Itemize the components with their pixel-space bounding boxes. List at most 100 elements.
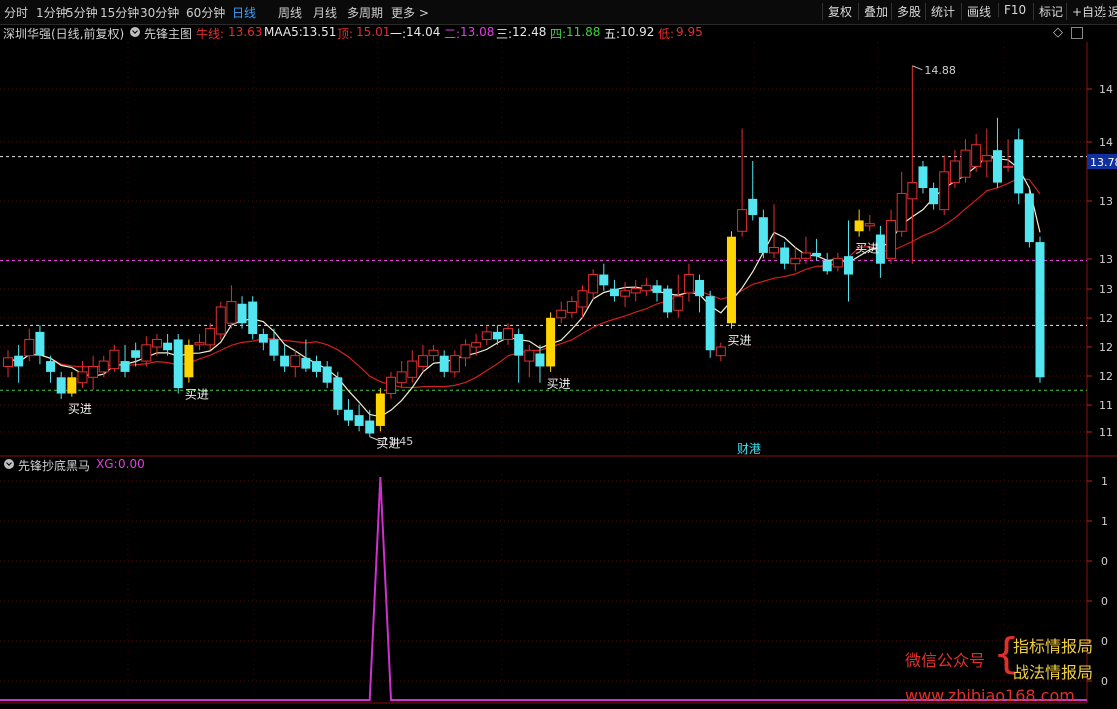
candle-body[interactable] (663, 288, 673, 313)
candle-body[interactable] (449, 355, 460, 373)
candle-body[interactable] (301, 357, 311, 369)
candle-body[interactable] (248, 301, 258, 335)
candle-body[interactable] (822, 260, 832, 272)
candle-body[interactable] (1024, 193, 1034, 243)
candle-body[interactable] (1003, 165, 1014, 168)
candle-body[interactable] (652, 285, 662, 293)
candle-body[interactable] (683, 274, 694, 294)
candle-body[interactable] (981, 155, 992, 162)
candle-body[interactable] (790, 257, 801, 265)
candle-body[interactable] (428, 349, 439, 357)
candle-body[interactable] (907, 182, 918, 200)
candle-body[interactable] (237, 303, 247, 324)
candle-body[interactable] (843, 256, 853, 275)
candle-body[interactable] (312, 361, 322, 372)
candle-body[interactable] (14, 355, 24, 367)
candle-body[interactable] (503, 328, 514, 340)
candle-body[interactable] (151, 338, 162, 348)
candle-body[interactable] (546, 317, 556, 367)
candle-body[interactable] (780, 247, 790, 264)
candle-body[interactable] (407, 360, 418, 378)
kline-chart[interactable]: 14141313131212121111买进买进买进买进买进买进14.8811.… (0, 0, 1117, 709)
candle-body[interactable] (630, 288, 641, 294)
candle-body[interactable] (396, 371, 407, 384)
news-marker[interactable]: 财港 (737, 442, 761, 456)
candle-body[interactable] (620, 290, 631, 297)
candle-body[interactable] (737, 209, 748, 232)
candle-body[interactable] (641, 284, 652, 292)
candle-body[interactable] (77, 371, 88, 384)
candle-body[interactable] (577, 290, 588, 308)
candle-body[interactable] (599, 274, 609, 286)
candle-body[interactable] (322, 366, 332, 383)
candle-body[interactable] (939, 171, 950, 211)
candle-body[interactable] (3, 357, 13, 367)
candle-body[interactable] (896, 192, 907, 232)
candle-body[interactable] (46, 361, 56, 372)
candle-body[interactable] (535, 353, 545, 367)
candle-body[interactable] (812, 252, 822, 257)
candle-body[interactable] (343, 409, 353, 421)
candle-body[interactable] (163, 342, 173, 351)
candle-body[interactable] (929, 188, 939, 205)
candle-body[interactable] (556, 309, 567, 319)
candle-body[interactable] (886, 219, 897, 259)
candle-body[interactable] (800, 252, 811, 259)
candle-body[interactable] (1014, 139, 1024, 194)
candle-body[interactable] (514, 334, 524, 356)
candle-body[interactable] (715, 346, 726, 357)
candle-body[interactable] (492, 331, 502, 340)
candle-body[interactable] (131, 350, 141, 358)
candle-body[interactable] (333, 377, 343, 410)
candle-body[interactable] (992, 150, 1002, 183)
candle-body[interactable] (748, 198, 758, 216)
candle-body[interactable] (173, 339, 183, 389)
candle-body[interactable] (971, 144, 982, 167)
candle-body[interactable] (758, 217, 768, 253)
candle-body[interactable] (949, 160, 960, 184)
candle-body[interactable] (280, 355, 290, 367)
candle-body[interactable] (854, 220, 864, 232)
candle-body[interactable] (290, 355, 301, 367)
candle-body[interactable] (481, 331, 492, 340)
candle-body[interactable] (705, 296, 715, 351)
candle-body[interactable] (386, 376, 397, 395)
candle-body[interactable] (24, 338, 35, 357)
candle-body[interactable] (439, 355, 449, 372)
candle-body[interactable] (588, 274, 599, 294)
candle-body[interactable] (184, 344, 194, 378)
candle-body[interactable] (864, 223, 875, 227)
candle-body[interactable] (109, 349, 120, 370)
candle-body[interactable] (56, 377, 66, 394)
candle-body[interactable] (98, 360, 109, 373)
candle-body[interactable] (269, 339, 279, 356)
candle-body[interactable] (194, 342, 205, 346)
candle-body[interactable] (120, 361, 130, 372)
candle-body[interactable] (471, 342, 482, 348)
candle-body[interactable] (205, 328, 216, 346)
candle-body[interactable] (258, 334, 268, 343)
price-tick-label: 13 (1099, 195, 1113, 208)
candle-body[interactable] (365, 420, 375, 434)
candle-body[interactable] (918, 166, 928, 189)
candle-body[interactable] (215, 306, 226, 335)
candle-body[interactable] (1035, 242, 1045, 378)
candle-body[interactable] (726, 236, 736, 324)
candle-body[interactable] (460, 344, 471, 359)
candle-body[interactable] (695, 279, 705, 297)
candle-body[interactable] (354, 415, 364, 426)
candle-body[interactable] (141, 344, 152, 362)
candle-body[interactable] (88, 365, 99, 378)
candle-body[interactable] (960, 149, 971, 178)
candle-body[interactable] (609, 288, 619, 297)
candle-body[interactable] (673, 295, 684, 311)
candle-body[interactable] (226, 301, 237, 324)
candle-body[interactable] (832, 257, 843, 268)
candle-body[interactable] (375, 393, 385, 426)
candle-body[interactable] (524, 349, 535, 362)
candle-body[interactable] (35, 331, 45, 356)
candle-body[interactable] (67, 377, 77, 394)
candle-body[interactable] (566, 301, 577, 313)
candle-body[interactable] (417, 355, 428, 367)
candle-body[interactable] (769, 247, 780, 254)
